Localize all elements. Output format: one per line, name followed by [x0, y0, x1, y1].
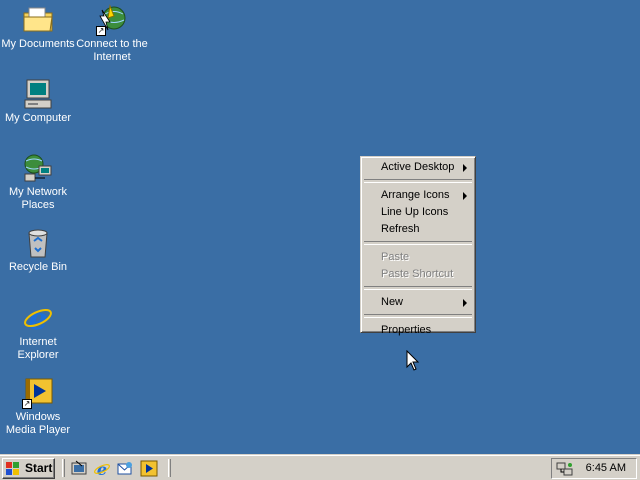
menu-item-label: Line Up Icons: [381, 206, 449, 218]
desktop-icon-label: Connect to the Internet: [76, 38, 148, 63]
menu-separator: [364, 314, 472, 318]
menu-item-line-up-icons[interactable]: Line Up Icons: [363, 204, 473, 221]
menu-separator: [364, 179, 472, 183]
windows-logo-icon: [6, 462, 20, 475]
desktop-icon-label: Windows Media Player: [5, 411, 71, 436]
menu-item-new[interactable]: New: [363, 294, 473, 311]
menu-item-paste: Paste: [363, 249, 473, 266]
menu-item-label: Active Desktop: [381, 161, 455, 173]
menu-item-label: Paste Shortcut: [381, 268, 454, 280]
desktop-icon-label: My Computer: [4, 112, 72, 124]
media-player-icon[interactable]: [140, 460, 158, 477]
svg-text:e: e: [97, 460, 107, 477]
submenu-arrow-icon: [463, 192, 467, 200]
desktop-icon-connect-internet[interactable]: ↗ Connect to the Internet: [74, 4, 150, 64]
desktop-icon-label: My Documents: [1, 38, 75, 50]
desktop-icon-recycle-bin[interactable]: Recycle Bin: [0, 227, 76, 274]
media-player-icon: ↗: [22, 377, 54, 409]
menu-item-paste-shortcut: Paste Shortcut: [363, 266, 473, 283]
network-connection-icon[interactable]: [556, 461, 574, 477]
menu-separator: [364, 241, 472, 245]
desktop-icon-label: Recycle Bin: [8, 261, 68, 273]
toolbar-grip[interactable]: [168, 459, 171, 477]
toolbar-grip[interactable]: [62, 459, 65, 477]
menu-item-label: Paste: [381, 251, 410, 263]
menu-item-label: Properties: [381, 324, 432, 336]
mouse-pointer-icon: [406, 349, 420, 372]
menu-item-active-desktop[interactable]: Active Desktop: [363, 159, 473, 176]
shortcut-arrow-icon: ↗: [22, 399, 32, 409]
desktop-icon-label: Internet Explorer: [17, 336, 59, 361]
menu-item-arrange-icons[interactable]: Arrange Icons: [363, 187, 473, 204]
menu-item-label: Arrange Icons: [381, 189, 450, 201]
outlook-express-icon[interactable]: [116, 460, 134, 477]
desktop-icon-label: My Network Places: [8, 186, 68, 211]
clock[interactable]: 6:45 AM: [586, 462, 626, 474]
desktop-icon-windows-media-player[interactable]: ↗ Windows Media Player: [0, 377, 76, 437]
desktop-icon-my-documents[interactable]: My Documents: [0, 4, 76, 51]
menu-item-label: New: [381, 296, 404, 308]
taskbar: Start e 6:45 AM: [0, 454, 640, 480]
menu-item-properties[interactable]: Properties: [363, 322, 473, 339]
menu-separator: [364, 286, 472, 290]
connect-internet-icon: ↗: [96, 4, 128, 36]
desktop[interactable]: My Documents ↗ Connect to the Internet M…: [0, 0, 640, 454]
show-desktop-icon[interactable]: [70, 460, 88, 477]
system-tray: 6:45 AM: [551, 458, 637, 479]
internet-explorer-icon[interactable]: e: [93, 460, 111, 479]
start-label: Start: [25, 461, 53, 475]
submenu-arrow-icon: [463, 164, 467, 172]
desktop-icon-my-network-places[interactable]: My Network Places: [0, 152, 76, 212]
desktop-icon-my-computer[interactable]: My Computer: [0, 78, 76, 125]
desktop-icon-internet-explorer[interactable]: e Internet Explorer: [0, 302, 76, 362]
computer-icon: [22, 78, 54, 110]
svg-text:e: e: [28, 302, 47, 334]
submenu-arrow-icon: [463, 299, 467, 307]
shortcut-arrow-icon: ↗: [96, 26, 106, 36]
start-button[interactable]: Start: [2, 458, 55, 479]
menu-item-label: Refresh: [381, 223, 420, 235]
desktop-context-menu: Active Desktop Arrange Icons Line Up Ico…: [360, 156, 476, 336]
recycle-bin-icon: [22, 227, 54, 259]
network-icon: [22, 152, 54, 184]
folder-icon: [22, 4, 54, 36]
internet-explorer-icon: e: [22, 302, 54, 337]
menu-item-refresh[interactable]: Refresh: [363, 221, 473, 238]
